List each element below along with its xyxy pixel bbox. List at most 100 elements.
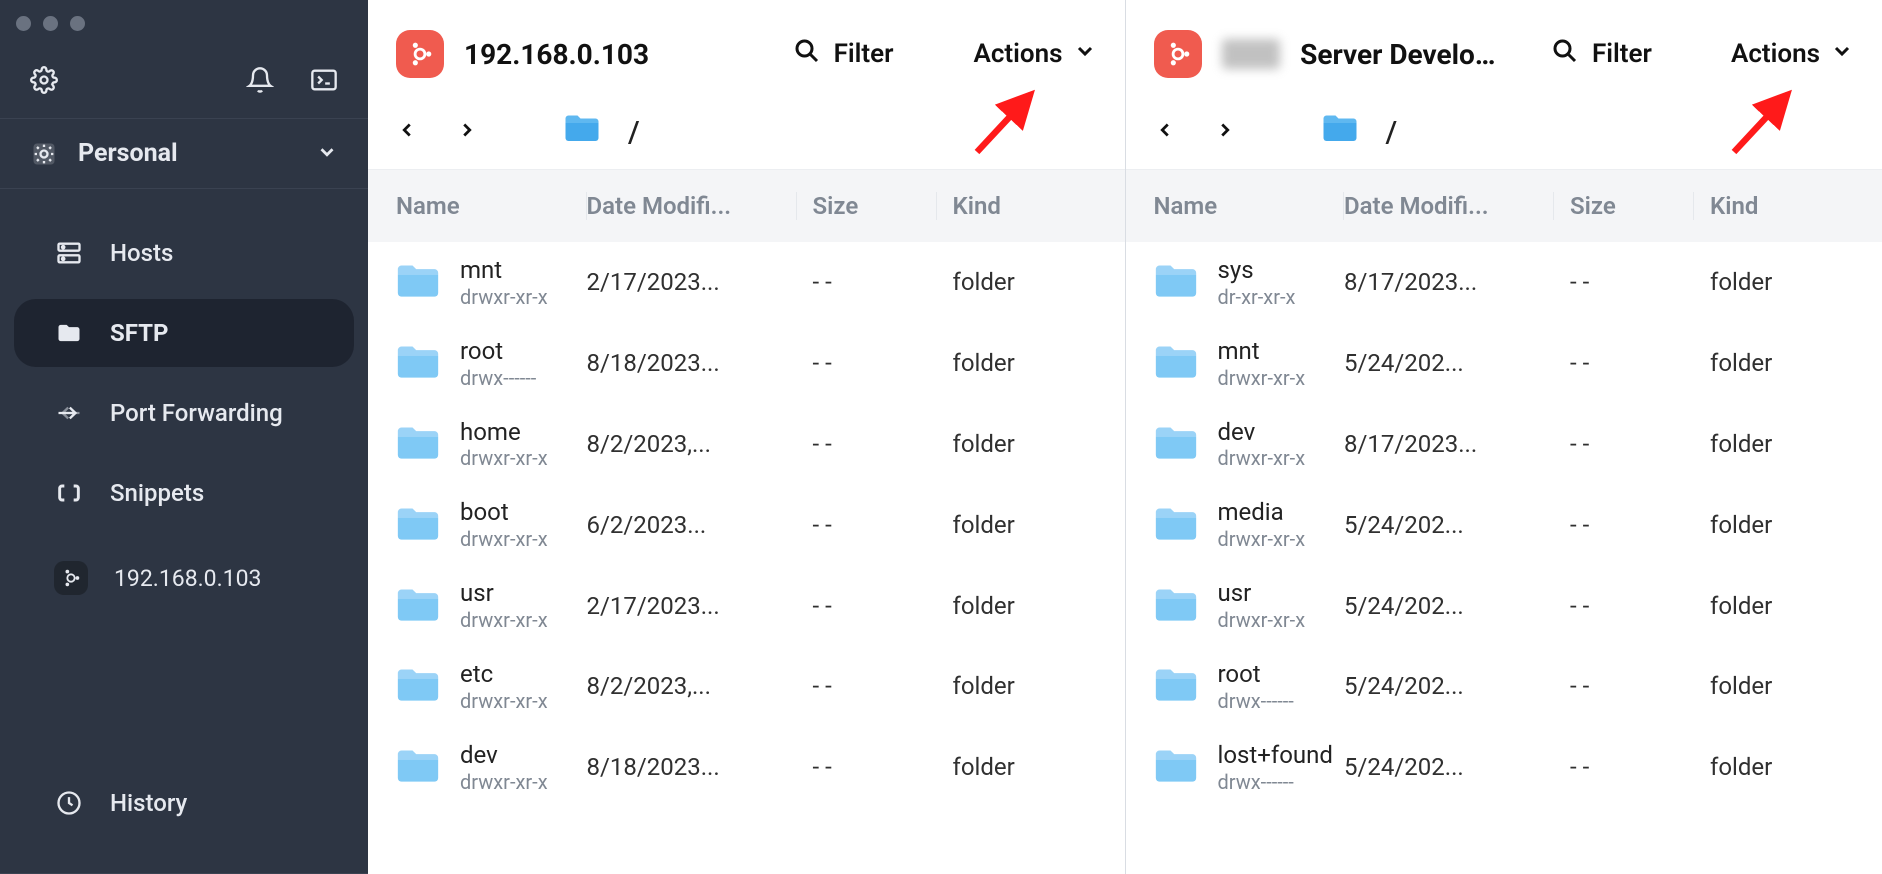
traffic-zoom[interactable]: [70, 16, 85, 31]
sidebar-item-port-forwarding[interactable]: Port Forwarding: [14, 379, 354, 447]
file-date: 6/2/2023...: [587, 511, 797, 539]
file-kind: folder: [1694, 268, 1854, 296]
file-date: 5/24/202...: [1344, 753, 1554, 781]
sidebar-connected-host[interactable]: 192.168.0.103: [14, 543, 354, 613]
search-icon: [1550, 36, 1580, 73]
table-row[interactable]: mediadrwxr-xr-x5/24/202...- -folder: [1126, 484, 1882, 565]
file-size: - -: [797, 672, 937, 700]
vault-selector[interactable]: Personal: [0, 118, 368, 189]
bell-icon[interactable]: [246, 66, 274, 94]
file-kind: folder: [937, 349, 1097, 377]
file-size: - -: [797, 511, 937, 539]
col-size[interactable]: Size: [797, 192, 937, 220]
sidebar-item-label: Hosts: [110, 239, 173, 267]
file-kind: folder: [937, 430, 1097, 458]
table-row[interactable]: sysdr-xr-xr-x8/17/2023...- -folder: [1126, 242, 1882, 323]
host-os-icon: [396, 30, 444, 78]
nav-forward-button[interactable]: [456, 118, 478, 148]
table-row[interactable]: rootdrwx------8/18/2023...- -folder: [368, 323, 1125, 404]
sidebar-item-sftp[interactable]: SFTP: [14, 299, 354, 367]
file-name: dev: [1218, 418, 1306, 447]
file-kind: folder: [937, 268, 1097, 296]
table-row[interactable]: etcdrwxr-xr-x8/2/2023,...- -folder: [368, 646, 1125, 727]
nav-back-button[interactable]: [1154, 118, 1176, 148]
folder-icon: [1154, 667, 1198, 705]
vault-gear-icon: [30, 140, 58, 168]
col-kind[interactable]: Kind: [1694, 192, 1854, 220]
file-date: 8/2/2023,...: [587, 430, 797, 458]
file-date: 8/18/2023...: [587, 753, 797, 781]
actions-button[interactable]: Actions: [1731, 39, 1854, 70]
col-name[interactable]: Name: [396, 192, 587, 220]
sidebar: Personal Hosts SFTP Port Forwarding Snippet…: [0, 0, 368, 874]
current-path[interactable]: /: [1386, 115, 1398, 150]
folder-icon: [1154, 344, 1198, 382]
sidebar-item-hosts[interactable]: Hosts: [14, 219, 354, 287]
file-size: - -: [1554, 268, 1694, 296]
sftp-icon: [54, 319, 84, 347]
file-permissions: drwxr-xr-x: [460, 770, 548, 794]
file-size: - -: [797, 592, 937, 620]
file-permissions: drwx------: [460, 366, 536, 390]
file-permissions: drwxr-xr-x: [460, 527, 548, 551]
nav-back-button[interactable]: [396, 118, 418, 148]
file-size: - -: [1554, 349, 1694, 377]
file-name: mnt: [1218, 337, 1306, 366]
hosts-icon: [54, 239, 84, 267]
current-path[interactable]: /: [628, 115, 640, 150]
table-header: NameDate Modifi...SizeKind: [1126, 169, 1882, 242]
table-row[interactable]: lost+founddrwx------5/24/202...- -folder: [1126, 727, 1882, 808]
col-name[interactable]: Name: [1154, 192, 1345, 220]
actions-button[interactable]: Actions: [973, 39, 1096, 70]
col-date[interactable]: Date Modifi...: [587, 192, 797, 220]
file-name: root: [460, 337, 536, 366]
folder-icon: [396, 667, 440, 705]
folder-icon: [1154, 425, 1198, 463]
traffic-minimize[interactable]: [43, 16, 58, 31]
table-row[interactable]: mntdrwxr-xr-x2/17/2023...- -folder: [368, 242, 1125, 323]
file-permissions: drwxr-xr-x: [460, 285, 548, 309]
sidebar-item-snippets[interactable]: Snippets: [14, 459, 354, 527]
filter-label: Filter: [834, 39, 894, 69]
nav-forward-button[interactable]: [1214, 118, 1236, 148]
folder-icon: [396, 263, 440, 301]
col-size[interactable]: Size: [1554, 192, 1694, 220]
file-date: 5/24/202...: [1344, 511, 1554, 539]
table-row[interactable]: bootdrwxr-xr-x6/2/2023...- -folder: [368, 484, 1125, 565]
sidebar-item-history[interactable]: History: [14, 769, 354, 837]
host-name-redacted: [1222, 39, 1281, 69]
gear-icon[interactable]: [30, 66, 58, 94]
filter-button[interactable]: Filter: [792, 36, 894, 73]
file-date: 8/17/2023...: [1344, 268, 1554, 296]
folder-icon: [1154, 263, 1198, 301]
file-name: dev: [460, 741, 548, 770]
table-body: sysdr-xr-xr-x8/17/2023...- -foldermntdrw…: [1126, 242, 1882, 808]
col-date[interactable]: Date Modifi...: [1344, 192, 1554, 220]
table-row[interactable]: rootdrwx------5/24/202...- -folder: [1126, 646, 1882, 727]
actions-label: Actions: [1731, 39, 1820, 69]
terminal-icon[interactable]: [310, 66, 338, 94]
col-kind[interactable]: Kind: [937, 192, 1097, 220]
ubuntu-icon: [54, 561, 88, 595]
file-permissions: drwx------: [1218, 770, 1333, 794]
file-permissions: drwxr-xr-x: [460, 608, 548, 632]
table-row[interactable]: usrdrwxr-xr-x5/24/202...- -folder: [1126, 565, 1882, 646]
file-size: - -: [1554, 430, 1694, 458]
file-kind: folder: [1694, 349, 1854, 377]
table-row[interactable]: devdrwxr-xr-x8/17/2023...- -folder: [1126, 404, 1882, 485]
table-row[interactable]: usrdrwxr-xr-x2/17/2023...- -folder: [368, 565, 1125, 646]
file-permissions: drwxr-xr-x: [1218, 446, 1306, 470]
connected-host-label: 192.168.0.103: [114, 565, 261, 592]
traffic-close[interactable]: [16, 16, 31, 31]
file-kind: folder: [1694, 592, 1854, 620]
file-date: 8/2/2023,...: [587, 672, 797, 700]
file-name: usr: [1218, 579, 1306, 608]
file-size: - -: [797, 268, 937, 296]
host-os-icon: [1154, 30, 1202, 78]
vault-label: Personal: [78, 139, 178, 168]
table-row[interactable]: mntdrwxr-xr-x5/24/202...- -folder: [1126, 323, 1882, 404]
filter-button[interactable]: Filter: [1550, 36, 1652, 73]
main: 192.168.0.103FilterActions/NameDate Modi…: [368, 0, 1882, 874]
table-row[interactable]: homedrwxr-xr-x8/2/2023,...- -folder: [368, 404, 1125, 485]
table-row[interactable]: devdrwxr-xr-x8/18/2023...- -folder: [368, 727, 1125, 808]
